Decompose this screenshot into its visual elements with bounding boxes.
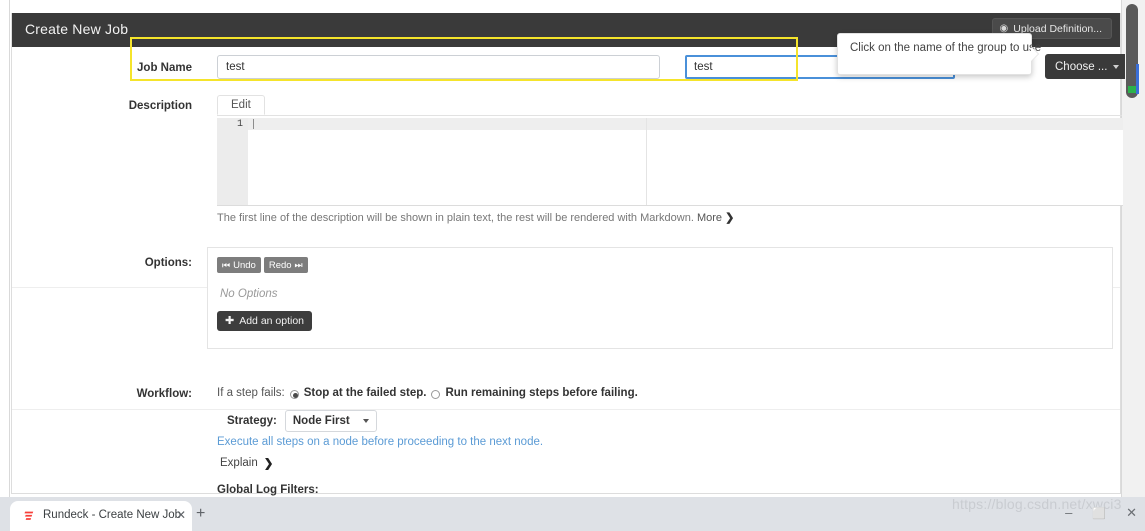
job-name-label: Job Name [137,62,192,74]
undo-button[interactable]: ⏮ Undo [217,257,261,273]
minimize-icon[interactable]: – [1065,506,1072,519]
strategy-select[interactable]: Node First [284,410,377,432]
strategy-selected-value: Node First [292,415,350,427]
no-options-text: No Options [220,288,278,300]
editor-gutter: 1 [217,118,248,205]
strategy-label: Strategy: [227,415,277,427]
description-tabs: Edit [217,95,1122,116]
chevron-right-icon: ❯ [725,212,735,224]
add-an-option-button[interactable]: ✚ Add an option [217,311,313,331]
undo-label: Undo [233,259,256,271]
window-controls: – ⬜ ✕ [1065,505,1137,521]
page-title: Create New Job [25,21,129,37]
upload-icon: ◉ [999,22,1009,34]
options-label: Options: [144,257,192,269]
tab-edit[interactable]: Edit [217,95,265,115]
scrollbar-marker-green [1128,86,1136,93]
browser-tab-title: Rundeck - Create New Job [43,509,182,521]
screen: Create New Job ◉ Upload Definition... Jo… [0,0,1145,531]
description-row: Description Edit 1 The first line of the… [12,95,1123,229]
close-icon[interactable]: ✕ [176,508,186,523]
redo-label: Redo [268,259,292,271]
step-backward-icon: ⏮ [222,259,231,270]
section-divider-workflow [12,409,1120,410]
redo-button[interactable]: Redo ⏭ [263,257,308,273]
plus-icon: ✚ [225,314,235,327]
maximize-icon[interactable]: ⬜ [1092,507,1106,520]
if-step-fails-label: If a step fails: [217,387,285,399]
strategy-description: Execute all steps on a node before proce… [217,436,544,448]
rundeck-logo-icon [24,511,34,520]
workflow-label: Workflow: [136,388,192,400]
radio-stop-at-failed-step-label: Stop at the failed step. [303,387,427,399]
close-window-icon[interactable]: ✕ [1126,505,1137,521]
tooltip-arrow [1031,47,1038,61]
group-name-tooltip: Click on the name of the group to use [837,33,1041,75]
choose-group-button[interactable]: Choose ... [1045,54,1130,79]
options-row: Options: ⏮ Undo Redo ⏭ No Options ✚ Add … [12,247,1120,369]
chevron-right-icon: ❯ [263,458,274,470]
job-name-input[interactable] [217,55,660,79]
page-scrollbar[interactable] [1125,2,1139,495]
editor-caret [253,119,254,129]
explain-toggle[interactable]: Explain ❯ [220,456,273,470]
strategy-group: Strategy: Node First [227,410,377,432]
chevron-down-icon [362,419,369,423]
add-an-option-label: Add an option [239,315,305,327]
step-forward-icon: ⏭ [294,259,303,270]
browser-tab[interactable]: Rundeck - Create New Job ✕ [10,501,192,531]
group-name-tooltip-text: Click on the name of the group to use [850,42,1042,54]
new-tab-button[interactable]: + [196,506,205,522]
radio-run-remaining-steps-label: Run remaining steps before failing. [445,387,638,399]
browser-viewport: Create New Job ◉ Upload Definition... Jo… [0,0,1145,497]
editor-print-margin [646,118,647,205]
if-step-fails-group: If a step fails: Stop at the failed step… [217,387,638,399]
create-new-job-panel: Create New Job ◉ Upload Definition... Jo… [11,13,1130,496]
global-log-filters-label: Global Log Filters: [217,484,319,496]
description-code-editor[interactable]: 1 [217,118,1123,206]
radio-stop-at-failed-step[interactable] [289,389,299,399]
description-help-text: The first line of the description will b… [217,211,734,224]
explain-label: Explain [220,457,258,469]
editor-active-line [248,118,1123,130]
description-help-label: The first line of the description will b… [217,212,694,224]
job-form: Job Name Choose ... Description Edit [12,47,1130,496]
description-label: Description [128,100,192,112]
choose-group-label: Choose ... [1055,60,1108,73]
editor-line-number: 1 [236,119,243,130]
options-panel: ⏮ Undo Redo ⏭ No Options ✚ Add an option [207,247,1113,349]
chevron-down-icon [1113,64,1120,69]
description-more-link[interactable]: More [697,212,722,224]
scrollbar-marker-blue [1136,64,1139,94]
radio-run-remaining-steps[interactable] [431,389,441,399]
undo-redo-group: ⏮ Undo Redo ⏭ [217,257,308,273]
page-left-gutter [0,0,10,497]
